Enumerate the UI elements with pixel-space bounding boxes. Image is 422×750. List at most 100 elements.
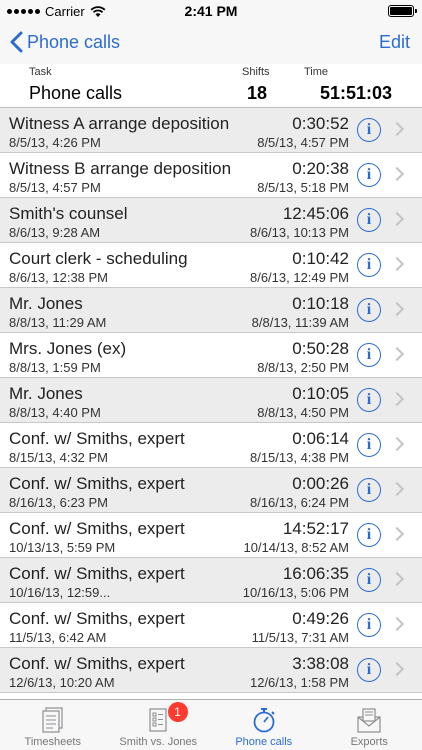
chevron-right-icon bbox=[389, 346, 405, 362]
chevron-right-icon bbox=[389, 436, 405, 452]
shift-duration: 0:10:05 bbox=[292, 384, 349, 403]
shift-start: 8/5/13, 4:57 PM bbox=[9, 180, 101, 195]
shift-title: Court clerk - scheduling bbox=[9, 249, 188, 268]
tab-label: Phone calls bbox=[235, 736, 293, 748]
tab-timesheets[interactable]: Timesheets bbox=[0, 700, 106, 750]
shift-end: 10/16/13, 5:06 PM bbox=[242, 585, 349, 600]
status-time: 2:41 PM bbox=[184, 3, 238, 19]
shift-duration: 0:49:26 bbox=[292, 609, 349, 628]
tab-label: Smith vs. Jones bbox=[119, 736, 198, 748]
tab-exports[interactable]: Exports bbox=[317, 700, 422, 750]
shift-start: 8/8/13, 1:59 PM bbox=[9, 360, 101, 375]
list-item[interactable]: Conf. w/ Smiths, expert 0:49:26 11/5/13,… bbox=[0, 603, 422, 648]
chevron-right-icon bbox=[389, 211, 405, 227]
info-icon[interactable]: i bbox=[357, 613, 381, 637]
chevron-right-icon bbox=[389, 121, 405, 137]
shift-title: Mr. Jones bbox=[9, 294, 83, 313]
shift-start: 8/6/13, 12:38 PM bbox=[9, 270, 109, 285]
list-item[interactable]: Conf. w/ Smiths, expert 16:06:35 10/16/1… bbox=[0, 558, 422, 603]
shift-duration: 0:06:14 bbox=[292, 429, 349, 448]
shift-title: Conf. w/ Smiths, expert bbox=[9, 429, 185, 448]
task-header: Task bbox=[29, 66, 52, 78]
shift-end: 8/5/13, 4:57 PM bbox=[257, 135, 349, 150]
shift-title: Conf. w/ Smiths, expert bbox=[9, 519, 185, 538]
shift-title: Witness B arrange deposition bbox=[9, 159, 232, 178]
chevron-right-icon bbox=[389, 616, 405, 632]
shift-list[interactable]: Witness A arrange deposition 0:30:52 8/5… bbox=[0, 108, 422, 699]
shift-end: 10/14/13, 8:52 AM bbox=[243, 540, 349, 555]
chevron-right-icon bbox=[389, 526, 405, 542]
tab-phone-calls[interactable]: Phone calls bbox=[211, 700, 317, 750]
list-item[interactable]: Mr. Jones 0:10:18 8/8/13, 11:29 AM 8/8/1… bbox=[0, 288, 422, 333]
info-icon[interactable]: i bbox=[357, 343, 381, 367]
shift-title: Mrs. Jones (ex) bbox=[9, 339, 127, 358]
total-time: 51:51:03 bbox=[319, 83, 392, 103]
shift-start: 8/15/13, 4:32 PM bbox=[9, 450, 109, 465]
shift-start: 8/16/13, 6:23 PM bbox=[9, 495, 109, 510]
shift-start: 10/13/13, 5:59 PM bbox=[9, 540, 116, 555]
chevron-right-icon bbox=[389, 166, 405, 182]
shift-end: 8/6/13, 10:13 PM bbox=[249, 225, 349, 240]
tab-label: Exports bbox=[350, 736, 388, 748]
list-item[interactable]: Mrs. Jones (ex) 0:50:28 8/8/13, 1:59 PM … bbox=[0, 333, 422, 378]
list-item[interactable]: Court clerk - scheduling 0:10:42 8/6/13,… bbox=[0, 243, 422, 288]
shift-duration: 16:06:35 bbox=[282, 564, 349, 583]
shift-start: 8/6/13, 9:28 AM bbox=[9, 225, 101, 240]
shift-end: 11/5/13, 7:31 AM bbox=[251, 630, 349, 645]
tab-smith-vs-jones[interactable]: 1 Smith vs. Jones bbox=[106, 700, 212, 750]
back-button[interactable]: Phone calls bbox=[10, 31, 120, 53]
shift-start: 8/5/13, 4:26 PM bbox=[9, 135, 101, 150]
list-item[interactable]: Conf. w/ Smiths, expert 0:00:26 8/16/13,… bbox=[0, 468, 422, 513]
chevron-right-icon bbox=[389, 256, 405, 272]
info-icon[interactable]: i bbox=[357, 478, 381, 502]
task-summary: Task Shifts Time Phone calls 18 51:51:03 bbox=[0, 64, 422, 108]
chevron-left-icon bbox=[10, 31, 23, 53]
shift-start: 12/6/13, 10:20 AM bbox=[9, 675, 115, 690]
notification-badge: 1 bbox=[167, 702, 188, 722]
shift-end: 8/15/13, 4:38 PM bbox=[249, 450, 349, 465]
export-envelope-icon bbox=[357, 708, 381, 733]
edit-button[interactable]: Edit bbox=[379, 32, 410, 53]
shift-end: 12/6/13, 1:58 PM bbox=[249, 675, 349, 690]
shift-title: Conf. w/ Smiths, expert bbox=[9, 474, 185, 493]
list-item[interactable]: Mr. Jones 0:10:05 8/8/13, 4:40 PM 8/8/13… bbox=[0, 378, 422, 423]
info-icon[interactable]: i bbox=[357, 253, 381, 277]
list-item[interactable]: Conf. w/ Smiths, expert 0:06:14 8/15/13,… bbox=[0, 423, 422, 468]
shift-duration: 0:10:42 bbox=[292, 249, 349, 268]
chevron-right-icon bbox=[389, 301, 405, 317]
shift-duration: 0:30:52 bbox=[292, 114, 349, 133]
shift-duration: 0:20:38 bbox=[292, 159, 349, 178]
info-icon[interactable]: i bbox=[357, 658, 381, 682]
list-item[interactable]: Conf. w/ Smiths, expert 14:52:17 10/13/1… bbox=[0, 513, 422, 558]
list-item[interactable]: Smith's counsel 12:45:06 8/6/13, 9:28 AM… bbox=[0, 198, 422, 243]
info-icon[interactable]: i bbox=[357, 388, 381, 412]
shift-end: 8/8/13, 11:39 AM bbox=[251, 315, 349, 330]
timesheets-icon bbox=[42, 707, 63, 733]
info-icon[interactable]: i bbox=[357, 208, 381, 232]
back-button-label: Phone calls bbox=[27, 31, 121, 52]
shift-title: Conf. w/ Smiths, expert bbox=[9, 564, 185, 583]
task-name: Phone calls bbox=[29, 83, 123, 103]
shifts-header: Shifts bbox=[242, 66, 270, 78]
info-icon[interactable]: i bbox=[357, 523, 381, 547]
tab-bar: Timesheets 1 Smith vs. Jones Phone calls bbox=[0, 699, 422, 750]
shift-title: Witness A arrange deposition bbox=[9, 114, 230, 133]
info-icon[interactable]: i bbox=[357, 118, 381, 142]
list-item[interactable]: Witness B arrange deposition 0:20:38 8/5… bbox=[0, 153, 422, 198]
shift-end: 8/16/13, 6:24 PM bbox=[249, 495, 349, 510]
shifts-count: 18 bbox=[247, 83, 268, 103]
info-icon[interactable]: i bbox=[357, 433, 381, 457]
shift-duration: 0:10:18 bbox=[292, 294, 349, 313]
shift-end: 8/8/13, 4:50 PM bbox=[257, 405, 349, 420]
info-icon[interactable]: i bbox=[357, 568, 381, 592]
list-item[interactable]: Conf. w/ Smiths, expert 3:38:08 12/6/13,… bbox=[0, 648, 422, 693]
shift-end: 8/6/13, 12:49 PM bbox=[249, 270, 349, 285]
info-icon[interactable]: i bbox=[357, 298, 381, 322]
shift-title: Mr. Jones bbox=[9, 384, 83, 403]
shift-start: 8/8/13, 4:40 PM bbox=[9, 405, 101, 420]
list-item[interactable]: Witness A arrange deposition 0:30:52 8/5… bbox=[0, 108, 422, 153]
info-icon[interactable]: i bbox=[357, 163, 381, 187]
shift-end: 8/5/13, 5:18 PM bbox=[257, 180, 349, 195]
shift-duration: 14:52:17 bbox=[282, 519, 349, 538]
shift-title: Conf. w/ Smiths, expert bbox=[9, 609, 185, 628]
